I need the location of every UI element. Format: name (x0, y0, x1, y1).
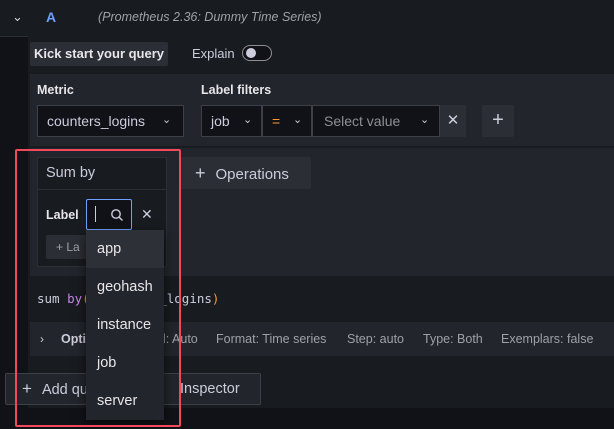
option-type: Type: Both (423, 332, 483, 346)
plus-icon: + (195, 163, 206, 183)
explain-label: Explain (192, 46, 235, 61)
chevron-down-icon: ⌄ (420, 114, 430, 126)
collapse-chevron-icon[interactable]: ⌄ (12, 9, 23, 25)
chevron-down-icon: ⌄ (293, 114, 303, 126)
option-format: Format: Time series (216, 332, 327, 346)
label-filters-heading: Label filters (201, 83, 272, 97)
chevron-down-icon: ⌄ (162, 114, 172, 126)
preview-close-paren: ) (211, 291, 220, 306)
kick-start-button[interactable]: Kick start your query (30, 42, 168, 66)
chevron-down-icon: ⌄ (243, 114, 253, 126)
remove-filter-button[interactable]: ✕ (440, 105, 466, 137)
operations-button-label: Operations (215, 166, 289, 183)
label-filter-key-select[interactable]: job (201, 105, 262, 137)
label-filter-operator-select[interactable]: = (262, 105, 312, 137)
add-operation-button[interactable]: + Operations (179, 157, 311, 189)
option-exemplars: Exemplars: false (501, 332, 594, 346)
query-ref-id[interactable]: A (46, 9, 56, 25)
datasource-label: (Prometheus 2.36: Dummy Time Series) (98, 10, 322, 24)
inspector-label: Inspector (180, 381, 240, 397)
option-step: Step: auto (347, 332, 404, 346)
add-filter-button[interactable]: + (482, 105, 514, 137)
metric-heading: Metric (37, 83, 74, 97)
highlight-annotation (15, 149, 181, 427)
explain-toggle-knob (246, 48, 256, 58)
